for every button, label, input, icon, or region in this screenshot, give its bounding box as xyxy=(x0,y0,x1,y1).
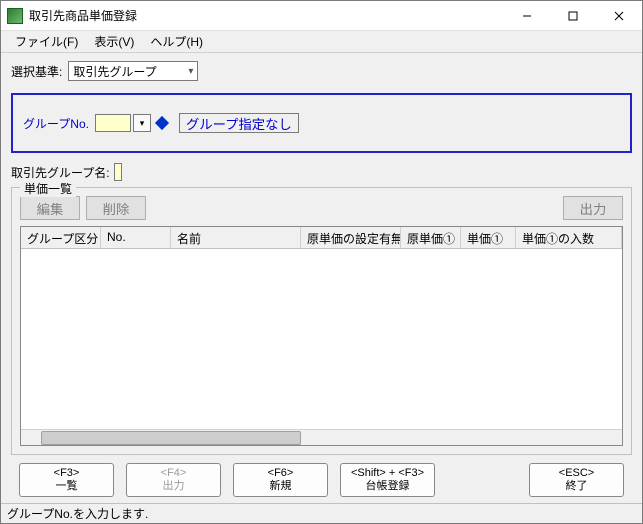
lookup-icon[interactable] xyxy=(155,116,169,130)
criteria-value: 取引先グループ xyxy=(73,63,156,80)
f4-key: <F4> xyxy=(161,467,187,480)
criteria-label: 選択基準: xyxy=(11,63,62,80)
grid-header: グループ区分 No. 名前 原単価の設定有無 原単価① 単価① 単価①の入数 xyxy=(21,227,622,249)
function-key-bar: <F3> 一覧 <F4> 出力 <F6> 新規 <Shift> + <F3> 台… xyxy=(11,463,632,503)
app-window: 取引先商品単価登録 ファイル(F) 表示(V) ヘルプ(H) 選択基準: 取引先… xyxy=(0,0,643,524)
menu-view[interactable]: 表示(V) xyxy=(86,31,142,52)
minimize-button[interactable] xyxy=(504,1,550,30)
f6-key: <F6> xyxy=(268,467,294,480)
col-price1-qty[interactable]: 単価①の入数 xyxy=(516,227,622,248)
price-list-fieldset: 単価一覧 編集 削除 出力 グループ区分 No. 名前 原単価の設定有無 原単価… xyxy=(11,187,632,455)
close-icon xyxy=(614,11,624,21)
toolbar-spacer xyxy=(152,196,563,220)
shift-f3-label: 台帳登録 xyxy=(366,480,410,493)
menubar: ファイル(F) 表示(V) ヘルプ(H) xyxy=(1,31,642,53)
grid-body[interactable] xyxy=(21,249,622,429)
chevron-down-icon: ▾ xyxy=(140,118,145,129)
app-icon xyxy=(7,8,23,24)
group-no-dropdown[interactable]: ▾ xyxy=(133,114,151,132)
group-no-label: グループNo. xyxy=(23,115,89,132)
f4-label: 出力 xyxy=(163,480,185,493)
delete-button[interactable]: 削除 xyxy=(86,196,146,220)
window-title: 取引先商品単価登録 xyxy=(29,7,504,24)
statusbar: グループNo.を入力します. xyxy=(1,503,642,523)
chevron-down-icon: ▾ xyxy=(188,66,193,77)
criteria-select[interactable]: 取引先グループ ▾ xyxy=(68,61,198,81)
f6-label: 新規 xyxy=(270,480,292,493)
fkey-gap xyxy=(447,463,517,497)
group-name-input[interactable] xyxy=(114,163,122,181)
menu-help[interactable]: ヘルプ(H) xyxy=(142,31,211,52)
esc-key: <ESC> xyxy=(559,467,594,480)
status-text: グループNo.を入力します. xyxy=(7,505,148,522)
col-name[interactable]: 名前 xyxy=(171,227,301,248)
menu-file[interactable]: ファイル(F) xyxy=(7,31,86,52)
list-toolbar: 編集 削除 出力 xyxy=(20,196,623,220)
scrollbar-thumb[interactable] xyxy=(41,431,301,445)
f3-button[interactable]: <F3> 一覧 xyxy=(19,463,114,497)
f3-label: 一覧 xyxy=(56,480,78,493)
maximize-button[interactable] xyxy=(550,1,596,30)
f3-key: <F3> xyxy=(54,467,80,480)
group-no-input[interactable] xyxy=(95,114,131,132)
window-controls xyxy=(504,1,642,30)
col-price1[interactable]: 単価① xyxy=(461,227,516,248)
esc-button[interactable]: <ESC> 終了 xyxy=(529,463,624,497)
group-panel: グループNo. ▾ グループ指定なし xyxy=(11,93,632,153)
group-none-button[interactable]: グループ指定なし xyxy=(179,113,299,133)
content-area: 選択基準: 取引先グループ ▾ グループNo. ▾ グループ指定なし 取引先グル… xyxy=(1,53,642,503)
maximize-icon xyxy=(568,11,578,21)
col-no[interactable]: No. xyxy=(101,227,171,248)
titlebar: 取引先商品単価登録 xyxy=(1,1,642,31)
col-cost1[interactable]: 原単価① xyxy=(401,227,461,248)
shift-f3-key: <Shift> + <F3> xyxy=(351,467,424,480)
edit-button[interactable]: 編集 xyxy=(20,196,80,220)
group-name-row: 取引先グループ名: xyxy=(11,163,632,181)
esc-label: 終了 xyxy=(566,480,588,493)
f4-button[interactable]: <F4> 出力 xyxy=(126,463,221,497)
col-group-kind[interactable]: グループ区分 xyxy=(21,227,101,248)
f6-button[interactable]: <F6> 新規 xyxy=(233,463,328,497)
minimize-icon xyxy=(522,11,532,21)
output-button[interactable]: 出力 xyxy=(563,196,623,220)
close-button[interactable] xyxy=(596,1,642,30)
price-list-legend: 単価一覧 xyxy=(20,180,76,197)
shift-f3-button[interactable]: <Shift> + <F3> 台帳登録 xyxy=(340,463,435,497)
price-grid: グループ区分 No. 名前 原単価の設定有無 原単価① 単価① 単価①の入数 xyxy=(20,226,623,446)
col-has-cost[interactable]: 原単価の設定有無 xyxy=(301,227,401,248)
criteria-row: 選択基準: 取引先グループ ▾ xyxy=(11,61,632,81)
group-name-label: 取引先グループ名: xyxy=(11,164,110,181)
horizontal-scrollbar[interactable] xyxy=(21,429,622,445)
